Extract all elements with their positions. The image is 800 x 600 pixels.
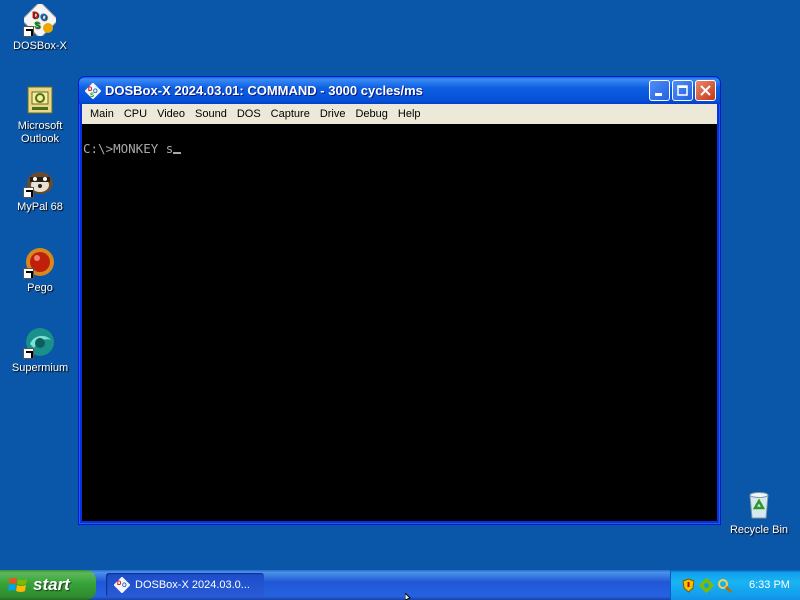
network-icon[interactable] xyxy=(699,577,714,593)
system-tray: 6:33 PM xyxy=(670,570,800,600)
windows-flag-icon xyxy=(8,578,27,592)
desktop-icon-pego[interactable]: Pego xyxy=(2,246,78,295)
menu-sound[interactable]: Sound xyxy=(190,108,232,120)
start-button[interactable]: start xyxy=(0,570,96,600)
shortcut-arrow-icon xyxy=(23,268,34,279)
menu-cpu[interactable]: CPU xyxy=(119,108,152,120)
taskbar: start D O DOSBox-X 2024.03.0... 6:33 PM xyxy=(0,570,800,600)
taskbar-item-label: DOSBox-X 2024.03.0... xyxy=(135,579,250,591)
minimize-button[interactable] xyxy=(649,80,670,101)
menu-video[interactable]: Video xyxy=(152,108,190,120)
svg-text:S: S xyxy=(90,93,94,99)
svg-text:D: D xyxy=(32,10,39,20)
dosbox-icon: D O xyxy=(114,577,130,593)
menu-dos[interactable]: DOS xyxy=(232,108,266,120)
maximize-icon xyxy=(677,85,688,96)
desktop-icon-label: MyPal 68 xyxy=(17,201,63,213)
svg-text:O: O xyxy=(122,583,127,589)
minimize-icon xyxy=(655,93,662,96)
pego-icon xyxy=(23,246,56,279)
svg-text:O: O xyxy=(40,12,47,22)
desktop-icon-label: DOSBox-X xyxy=(13,40,67,52)
menu-help[interactable]: Help xyxy=(393,108,426,120)
desktop-icon-label: Pego xyxy=(27,282,53,294)
shortcut-arrow-icon xyxy=(23,348,34,359)
dosbox-icon: D O S xyxy=(20,0,60,40)
svg-text:S: S xyxy=(34,20,40,30)
menu-main[interactable]: Main xyxy=(85,108,119,120)
desktop-icon-supermium[interactable]: Supermium xyxy=(2,326,78,375)
console-command-line: C:\>MONKEY s xyxy=(83,141,174,156)
menu-bar: Main CPU Video Sound DOS Capture Drive D… xyxy=(82,104,717,124)
dosbox-window: D O S DOSBox-X 2024.03.01: COMMAND - 300… xyxy=(78,76,721,525)
shortcut-arrow-icon xyxy=(23,26,34,37)
desktop-icon-dosbox[interactable]: D O S DOSBox-X xyxy=(2,0,78,53)
desktop-icon-mypal[interactable]: MyPal 68 xyxy=(2,165,78,214)
recycle-bin-icon xyxy=(743,488,775,520)
taskbar-item-dosbox[interactable]: D O DOSBox-X 2024.03.0... xyxy=(106,573,264,597)
shortcut-arrow-icon xyxy=(23,187,34,198)
close-icon xyxy=(700,85,711,96)
outlook-icon xyxy=(24,84,56,116)
dosbox-icon: D O S xyxy=(85,82,101,99)
start-label: start xyxy=(33,575,70,594)
menu-debug[interactable]: Debug xyxy=(350,108,392,120)
menu-drive[interactable]: Drive xyxy=(315,108,351,120)
close-button[interactable] xyxy=(695,80,716,101)
supermium-icon xyxy=(23,326,56,359)
clock[interactable]: 6:33 PM xyxy=(749,579,790,591)
window-title: DOSBox-X 2024.03.01: COMMAND - 3000 cycl… xyxy=(105,83,423,98)
search-icon[interactable] xyxy=(717,578,732,593)
desktop-icon-label: Recycle Bin xyxy=(729,524,789,536)
maximize-button[interactable] xyxy=(672,80,693,101)
mypal-icon xyxy=(23,165,56,198)
text-cursor xyxy=(173,152,182,154)
desktop-icon-label: Supermium xyxy=(11,362,69,374)
window-titlebar[interactable]: D O S DOSBox-X 2024.03.01: COMMAND - 300… xyxy=(79,77,720,104)
desktop-icon-recycle-bin[interactable]: Recycle Bin xyxy=(721,488,797,537)
mouse-cursor-icon xyxy=(405,593,411,600)
desktop-icon-label: Microsoft Outlook xyxy=(17,120,63,145)
security-shield-icon[interactable] xyxy=(681,577,696,593)
desktop-icon-outlook[interactable]: Microsoft Outlook xyxy=(2,84,78,146)
menu-capture[interactable]: Capture xyxy=(266,108,315,120)
dos-console[interactable]: C:\>MONKEY s xyxy=(82,124,717,521)
